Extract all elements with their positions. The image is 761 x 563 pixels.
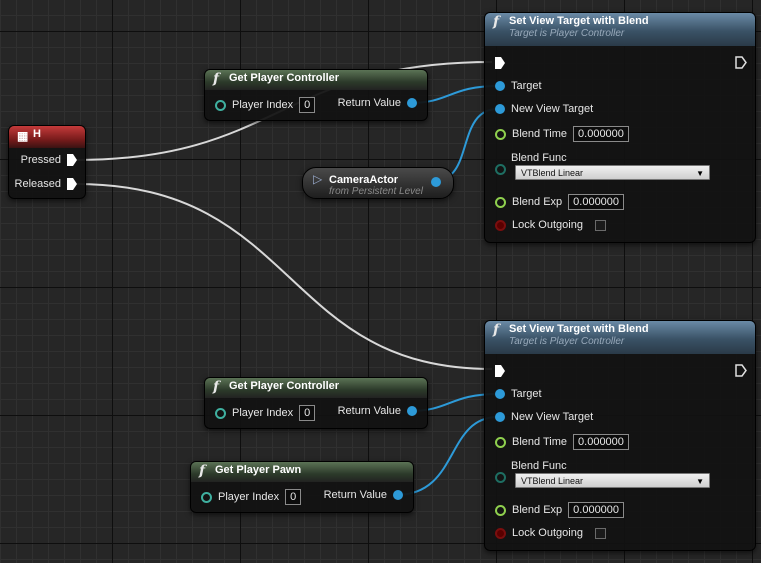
get-player-pawn-node[interactable]: f Get Player Pawn Player Index 0 Return … (190, 461, 414, 513)
node-title: Get Player Pawn (215, 464, 302, 476)
blend-func-dropdown[interactable]: VTBlend Linear ▼ (515, 473, 710, 488)
camera-actor-title: CameraActor (329, 174, 399, 186)
get-player-controller-node-2[interactable]: f Get Player Controller Player Index 0 R… (204, 377, 428, 429)
blend-time-input[interactable]: 0.000000 (573, 126, 629, 142)
blend-func-selected: VTBlend Linear (521, 476, 584, 486)
get-player-controller-node-1[interactable]: f Get Player Controller Player Index 0 R… (204, 69, 428, 121)
blend-func-pin[interactable] (495, 472, 506, 483)
lock-outgoing-pin[interactable] (495, 527, 506, 539)
target-label: Target (511, 80, 542, 92)
blend-exp-label: Blend Exp (512, 196, 563, 208)
player-index-label: Player Index (232, 407, 294, 419)
event-node-h[interactable]: ▦ H Pressed Released (8, 125, 86, 199)
player-index-input[interactable]: 0 (299, 97, 316, 113)
node-title: Set View Target with Blend (509, 323, 649, 335)
blend-func-pin[interactable] (495, 164, 506, 175)
lock-outgoing-pin[interactable] (495, 219, 506, 231)
target-label: Target (511, 388, 542, 400)
blend-time-pin[interactable] (495, 128, 506, 140)
player-index-pin[interactable] (201, 491, 212, 503)
node-title: Get Player Controller (229, 380, 340, 392)
pressed-label: Pressed (20, 154, 61, 166)
pressed-exec-pin[interactable] (67, 154, 77, 166)
blend-exp-pin[interactable] (495, 504, 506, 516)
node-subtitle: Target is Player Controller (509, 28, 625, 39)
return-value-label: Return Value (323, 489, 387, 501)
function-icon: f (213, 379, 220, 395)
chevron-down-icon: ▼ (696, 477, 704, 486)
new-view-target-pin[interactable] (495, 412, 505, 422)
player-index-pin[interactable] (215, 99, 226, 111)
get-player-controller-header-2[interactable]: f Get Player Controller (205, 378, 427, 398)
function-icon: f (493, 322, 500, 338)
set-view-target-header-1[interactable]: f Set View Target with Blend Target is P… (485, 13, 755, 46)
return-value-pin[interactable] (407, 406, 417, 416)
set-view-target-header-2[interactable]: f Set View Target with Blend Target is P… (485, 321, 755, 354)
blend-func-dropdown[interactable]: VTBlend Linear ▼ (515, 165, 710, 180)
released-label: Released (14, 178, 61, 190)
camera-actor-node[interactable]: ▷ CameraActor from Persistent Level (302, 167, 454, 199)
get-player-pawn-header[interactable]: f Get Player Pawn (191, 462, 413, 482)
target-pin[interactable] (495, 81, 505, 91)
exec-wire-released (75, 183, 493, 370)
return-value-pin[interactable] (393, 490, 403, 500)
new-view-target-label: New View Target (511, 411, 594, 423)
set-view-target-node-2[interactable]: f Set View Target with Blend Target is P… (484, 320, 756, 551)
node-subtitle: Target is Player Controller (509, 336, 625, 347)
exec-in-pin[interactable] (495, 365, 505, 377)
function-icon: f (199, 463, 206, 479)
exec-out-pin[interactable] (735, 56, 747, 69)
target-pin[interactable] (495, 389, 505, 399)
get-player-controller-header-1[interactable]: f Get Player Controller (205, 70, 427, 90)
lock-outgoing-label: Lock Outgoing (512, 527, 583, 539)
lock-outgoing-checkbox[interactable] (594, 527, 606, 539)
new-view-target-pin[interactable] (495, 104, 505, 114)
blend-exp-label: Blend Exp (512, 504, 563, 516)
camera-actor-subtitle: from Persistent Level (329, 186, 423, 197)
return-value-label: Return Value (337, 97, 401, 109)
player-index-pin[interactable] (215, 407, 226, 419)
exec-out-pin[interactable] (735, 364, 747, 377)
event-node-title: H (33, 128, 41, 140)
blend-func-label: Blend Func (511, 460, 567, 472)
return-value-label: Return Value (337, 405, 401, 417)
node-title: Get Player Controller (229, 72, 340, 84)
camera-actor-output-pin[interactable] (431, 177, 441, 187)
blend-exp-input[interactable]: 0.000000 (568, 194, 625, 210)
lock-outgoing-checkbox[interactable] (594, 219, 606, 231)
set-view-target-node-1[interactable]: f Set View Target with Blend Target is P… (484, 12, 756, 243)
blend-func-selected: VTBlend Linear (521, 168, 584, 178)
blend-func-label: Blend Func (511, 152, 567, 164)
new-view-target-label: New View Target (511, 103, 594, 115)
player-index-label: Player Index (218, 491, 280, 503)
released-exec-pin[interactable] (67, 178, 77, 190)
blend-exp-pin[interactable] (495, 196, 506, 208)
chevron-down-icon: ▼ (696, 169, 704, 178)
function-icon: f (213, 71, 220, 87)
exec-in-pin[interactable] (495, 57, 505, 69)
node-title: Set View Target with Blend (509, 15, 649, 27)
blend-time-input[interactable]: 0.000000 (573, 434, 629, 450)
player-index-label: Player Index (232, 99, 294, 111)
function-icon: f (493, 14, 500, 30)
blend-exp-input[interactable]: 0.000000 (568, 502, 625, 518)
camera-icon: ▷ (313, 172, 323, 186)
blend-time-label: Blend Time (512, 128, 568, 140)
keyboard-event-icon: ▦ (17, 129, 29, 143)
player-index-input[interactable]: 0 (299, 405, 316, 421)
player-index-input[interactable]: 0 (285, 489, 302, 505)
blend-time-label: Blend Time (512, 436, 568, 448)
return-value-pin[interactable] (407, 98, 417, 108)
blend-time-pin[interactable] (495, 436, 506, 448)
event-node-header[interactable]: ▦ H (9, 126, 85, 148)
lock-outgoing-label: Lock Outgoing (512, 219, 583, 231)
